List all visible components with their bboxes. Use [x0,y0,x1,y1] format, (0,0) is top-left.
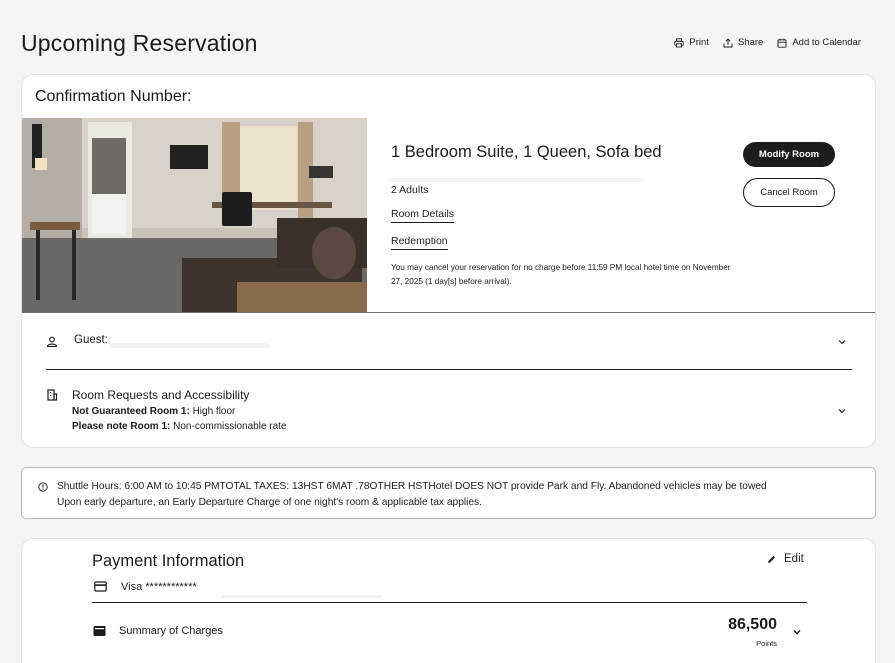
request-line-2-value: Non-commissionable rate [170,421,287,432]
page-header: Upcoming Reservation Print Share Add to … [21,28,866,60]
guest-label: Guest: [74,334,108,346]
room-requests-row[interactable]: Room Requests and Accessibility Not Guar… [22,370,875,447]
room-title: 1 Bedroom Suite, 1 Queen, Sofa bed [391,143,662,161]
card-redacted [222,595,382,598]
credit-card-icon [94,581,107,592]
payment-title: Payment Information [92,552,245,570]
print-label: Print [689,37,709,48]
summary-of-charges-label: Summary of Charges [119,625,223,637]
chevron-down-icon[interactable] [837,337,847,347]
building-icon [47,389,58,401]
print-button[interactable]: Print [674,37,709,48]
points-unit: Points [756,639,777,648]
cancel-room-button[interactable]: Cancel Room [743,178,835,207]
room-photo [22,118,367,312]
reservation-card: Confirmation Number: 1 Bedroom Suite, 1 … [21,74,876,448]
person-icon [46,336,58,348]
share-icon [723,37,733,47]
page-title: Upcoming Reservation [21,30,258,56]
notice-text: Shuttle Hours: 6:00 AM to 10:45 PMTOTAL … [57,479,767,511]
info-icon [38,482,48,492]
header-actions: Print Share Add to Calendar [674,37,861,48]
request-line-1-value: High floor [189,406,236,417]
modify-room-button[interactable]: Modify Room [743,142,835,167]
chevron-down-icon[interactable] [837,406,847,416]
redemption-link[interactable]: Redemption [391,235,448,250]
chevron-down-icon[interactable] [792,627,802,637]
share-label: Share [737,37,764,48]
add-to-calendar-button[interactable]: Add to Calendar [777,37,861,48]
request-line-1: Not Guaranteed Room 1: High floor [72,406,235,417]
calendar-icon [777,38,787,48]
pencil-icon [768,555,775,563]
edit-payment-button[interactable]: Edit [766,553,804,565]
confirmation-number-label: Confirmation Number: [35,88,192,105]
request-line-2: Please note Room 1: Non-commissionable r… [72,421,287,432]
wallet-icon [93,626,106,636]
add-to-calendar-label: Add to Calendar [792,37,861,48]
print-icon [674,37,685,47]
guest-row[interactable]: Guest: [22,313,875,369]
request-line-1-label: Not Guaranteed Room 1: [72,406,190,417]
hotel-notice: Shuttle Hours: 6:00 AM to 10:45 PMTOTAL … [21,467,876,519]
cancellation-policy: You may cancel your reservation for no c… [391,263,731,286]
payment-divider [92,602,807,603]
adults-count: 2 Adults [391,184,429,196]
room-requests-title: Room Requests and Accessibility [72,388,250,402]
edit-label: Edit [784,553,804,565]
notice-line-2: Upon early departure, an Early Departure… [57,497,482,508]
redacted-info [391,178,641,182]
share-button[interactable]: Share [723,37,763,48]
room-details-link[interactable]: Room Details [391,208,455,223]
notice-line-1: Shuttle Hours: 6:00 AM to 10:45 PMTOTAL … [57,481,767,492]
payment-card: Payment Information Edit Visa **********… [21,538,876,663]
points-total: 86,500 [728,616,777,633]
card-number: Visa ************ [121,581,197,593]
guest-name-redacted [110,343,270,348]
request-line-2-label: Please note Room 1: [72,421,171,432]
